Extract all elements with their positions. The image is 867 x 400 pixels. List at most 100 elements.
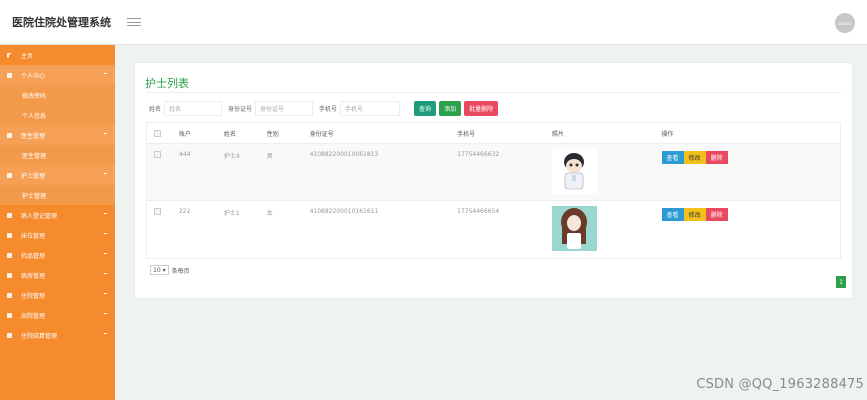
batch-delete-button[interactable]: 批量删除 [464,100,499,116]
sidebar-subitem-change-password[interactable]: 修改密码 [0,85,115,105]
phone-search-input[interactable]: 手机号 [340,100,401,116]
actions-cell: 查看 修改 删除 [655,201,840,258]
sidebar-item-label: 修改密码 [22,92,47,100]
menu-icon [7,232,12,238]
chevron-icon [104,133,107,134]
gender-cell: 女 [266,210,273,217]
edit-button[interactable]: 修改 [683,151,706,164]
phone-label: 手机号 [319,105,338,113]
sidebar-item-label: 病人登记管理 [21,212,58,220]
per-page-label: 条每页 [171,267,190,275]
id-number-cell: 410882200010161611 [309,208,379,215]
sidebar-item-label: 医生管理 [21,132,46,140]
name-search-input[interactable]: 姓名 [164,100,223,116]
chevron-icon [104,233,107,234]
row-checkbox[interactable] [154,208,161,215]
chevron-icon [104,213,107,214]
id-search-input[interactable]: 身份证号 [255,100,314,116]
sidebar-item-hospitalization-management[interactable]: 住院管理 [0,285,115,305]
sidebar-item-label: 主页 [21,52,34,60]
sidebar-item-settlement-management[interactable]: 住院结算管理 [0,325,115,345]
chevron-icon [104,173,107,174]
menu-toggle-icon[interactable] [125,15,143,29]
menu-icon [7,252,12,258]
watermark: CSDN @QQ_1963288475 [696,377,864,392]
delete-button[interactable]: 删除 [705,151,728,164]
name-cell: 护士1 [223,210,240,217]
sidebar-subitem-personal-info[interactable]: 个人信息 [0,105,115,125]
avatar[interactable]: avatar [835,13,855,33]
row-checkbox[interactable] [154,151,161,158]
sidebar-item-bed-management[interactable]: 床位管理 [0,225,115,245]
column-header: 性别 [266,130,279,138]
table-row: 222 护士1 女 410882200010161611 17754466654 [147,201,840,258]
add-button[interactable]: 添加 [439,100,462,116]
menu-icon [7,272,12,278]
column-header: 照片 [551,130,564,138]
edit-button[interactable]: 修改 [683,208,706,221]
chevron-icon [104,333,107,334]
sidebar-item-label: 床位管理 [21,232,46,240]
menu-icon [7,72,12,78]
id-number-cell: 410882200010061813 [309,151,379,158]
name-cell: 护士4 [223,153,240,160]
avatar-label: avatar [838,20,852,26]
table-row: 444 护士4 男 410882200010061813 17754466632 [147,144,840,201]
sidebar-item-home[interactable]: 主页 [0,45,115,65]
account-cell: 444 [178,151,191,158]
sidebar-item-label: 个人信息 [22,112,47,120]
sidebar-item-label: 医生管理 [22,152,47,160]
nurse-photo [551,149,597,194]
delete-button[interactable]: 删除 [705,208,728,221]
sidebar-item-label: 出院管理 [21,312,46,320]
sidebar-subitem-nurse-management[interactable]: 护士管理 [0,185,115,205]
sidebar-item-label: 护士管理 [22,192,47,200]
column-header: 身份证号 [309,130,334,138]
photo-cell [545,201,655,258]
sidebar-item-nurse-management[interactable]: 护士管理 [0,165,115,185]
nurse-photo [551,206,597,251]
sidebar-item-label: 住院结算管理 [21,332,58,340]
gender-cell: 男 [266,153,273,160]
home-flag-icon [7,52,12,58]
name-label: 姓名 [149,105,162,113]
menu-icon [7,312,12,318]
page-size-value: 10 [153,266,161,274]
page-number-button[interactable]: 1 [836,276,846,288]
view-button[interactable]: 查看 [661,208,684,221]
page-title: 护士列表 [145,77,189,90]
column-header: 操作 [661,130,674,138]
view-button[interactable]: 查看 [661,151,684,164]
phone-cell: 17754466654 [457,208,500,215]
actions-cell: 查看 修改 删除 [655,144,840,200]
chevron-icon [104,293,107,294]
sidebar-item-discharge-management[interactable]: 出院管理 [0,305,115,325]
select-all-checkbox[interactable] [154,129,161,137]
sidebar-item-medicine-management[interactable]: 药品管理 [0,245,115,265]
chevron-icon [104,273,107,274]
page-size-select[interactable]: 10 ▾ [150,265,169,275]
sidebar-item-label: 病房管理 [21,272,46,280]
sidebar-item-patient-registration[interactable]: 病人登记管理 [0,205,115,225]
sidebar-subitem-doctor-management[interactable]: 医生管理 [0,145,115,165]
column-header: 姓名 [223,130,236,138]
top-header: 医院住院处管理系统 avatar [0,0,867,45]
nurse-table: 账户 姓名 性别 身份证号 手机号 照片 操作 444 护士4 男 410882… [146,122,841,259]
photo-cell [545,144,655,200]
nurse-list-card: 护士列表 姓名 姓名 身份证号 身份证号 手机号 手机号 查询 添加 批量删除 … [135,63,852,298]
menu-icon [7,212,12,218]
column-header: 手机号 [457,130,476,138]
chevron-down-icon: ▾ [162,266,166,274]
search-button[interactable]: 查询 [414,100,437,116]
account-cell: 222 [178,208,191,215]
menu-icon [7,132,12,138]
sidebar-item-doctor-management[interactable]: 医生管理 [0,125,115,145]
chevron-icon [104,313,107,314]
sidebar-item-personal-center[interactable]: 个人中心 [0,65,115,85]
sidebar-item-ward-management[interactable]: 病房管理 [0,265,115,285]
phone-cell: 17754466632 [457,151,500,158]
menu-icon [7,292,12,298]
table-header-row: 账户 姓名 性别 身份证号 手机号 照片 操作 [147,123,840,144]
menu-icon [7,332,12,338]
sidebar-item-label: 药品管理 [21,252,46,260]
